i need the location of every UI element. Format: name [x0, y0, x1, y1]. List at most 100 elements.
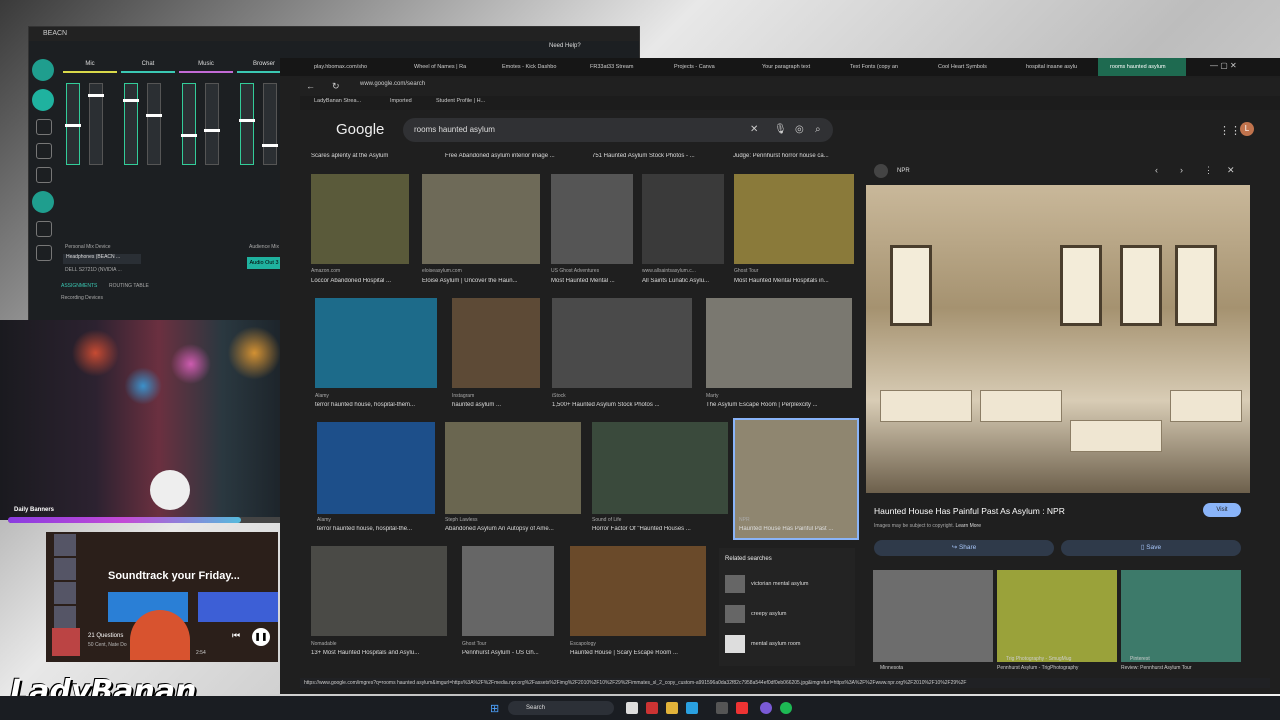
- clear-icon[interactable]: ✕: [750, 124, 758, 135]
- app-icon[interactable]: [736, 702, 748, 714]
- browser-tab[interactable]: Emotes - Kick Dashbo: [490, 58, 574, 76]
- close-icon[interactable]: ✕: [1227, 165, 1235, 176]
- search-icon[interactable]: ⌕: [815, 124, 821, 135]
- browser-tab[interactable]: Wheel of Names | Ra: [402, 58, 486, 76]
- result-caption[interactable]: terror haunted house, hospital-the...: [317, 526, 435, 532]
- next-icon[interactable]: ›: [1180, 165, 1183, 175]
- result-caption[interactable]: Pennhurst Asylum - US Gh...: [462, 650, 554, 656]
- search-query[interactable]: rooms haunted asylum: [414, 125, 495, 134]
- browser-fader-personal[interactable]: [239, 83, 255, 165]
- preview-image[interactable]: [866, 185, 1250, 493]
- spotify-card[interactable]: [198, 592, 278, 622]
- result-image[interactable]: [315, 298, 437, 388]
- music-fader-personal[interactable]: [181, 83, 197, 165]
- result-caption[interactable]: The Asylum Escape Room | Perplexcity ...: [706, 402, 852, 408]
- back-icon[interactable]: ←: [306, 81, 315, 91]
- avatar[interactable]: L: [1240, 122, 1254, 136]
- result-caption[interactable]: haunted asylum ...: [452, 402, 540, 408]
- folder-icon[interactable]: [666, 702, 678, 714]
- result-caption[interactable]: Horror Factor Of "Haunted Houses ...: [592, 526, 728, 532]
- chat-fader-audience[interactable]: [146, 83, 163, 165]
- related-image[interactable]: [1121, 570, 1241, 662]
- result-image[interactable]: [445, 422, 581, 514]
- related-image-caption[interactable]: Review: Pennhurst Asylum Tour: [1121, 665, 1192, 671]
- reload-icon[interactable]: ↻: [332, 81, 340, 92]
- result-caption[interactable]: All Saints Lunatic Asylu...: [642, 278, 724, 284]
- app-icon[interactable]: [760, 702, 772, 714]
- preview-title[interactable]: Haunted House Has Painful Past As Asylum…: [874, 506, 1065, 516]
- result-caption[interactable]: Eloise Asylum | Uncover the Haun...: [422, 278, 540, 284]
- result-caption[interactable]: 13+ Most Haunted Hospitals and Asylu...: [311, 650, 447, 656]
- browser-tab[interactable]: Your paragraph text: [750, 58, 834, 76]
- tab-assignments[interactable]: ASSIGNMENTS: [61, 283, 97, 289]
- playlist-thumb[interactable]: [54, 534, 76, 556]
- save-button[interactable]: ▯ Save: [1061, 540, 1241, 556]
- lens-icon[interactable]: ◎: [795, 124, 804, 135]
- pause-button[interactable]: ❚❚: [252, 628, 270, 646]
- related-image[interactable]: [873, 570, 993, 662]
- result-image[interactable]: [422, 174, 540, 264]
- share-button[interactable]: ↪ Share: [874, 540, 1054, 556]
- visit-button[interactable]: Visit: [1203, 503, 1241, 517]
- result-image[interactable]: [317, 422, 435, 514]
- profile-icon[interactable]: [32, 191, 54, 213]
- result-caption[interactable]: Haunted House | Scary Escape Room ...: [570, 650, 706, 656]
- learn-more-link[interactable]: Learn More: [955, 523, 981, 529]
- related-search-item[interactable]: victorian mental asylum: [725, 575, 851, 595]
- chat-fader-personal[interactable]: [123, 83, 139, 165]
- telegram-icon[interactable]: [686, 702, 698, 714]
- device-select-2[interactable]: DELL S2721D (NVIDIA ...: [65, 267, 122, 273]
- url-field[interactable]: www.google.com/search: [360, 81, 425, 87]
- result-image[interactable]: [706, 298, 852, 388]
- result-caption[interactable]: 751 Haunted Asylum Stock Photos - ...: [592, 153, 716, 159]
- edit-icon[interactable]: [36, 221, 52, 237]
- browser-tab[interactable]: hospital insane asylu: [1014, 58, 1094, 76]
- browser-tab[interactable]: FR33at33 Stream: [578, 58, 658, 76]
- result-image[interactable]: [592, 422, 728, 514]
- result-image[interactable]: [551, 174, 633, 264]
- app-icon[interactable]: [716, 702, 728, 714]
- result-caption[interactable]: terror haunted house, hospital-them...: [315, 402, 437, 408]
- related-search-item[interactable]: mental asylum room: [725, 635, 851, 655]
- headphones-select[interactable]: Headphones (BEACN ...: [63, 254, 141, 264]
- result-caption[interactable]: Loccor Abandoned Hospital ...: [311, 278, 409, 284]
- prev-icon[interactable]: ‹: [1155, 165, 1158, 175]
- apps-icon[interactable]: ⋮⋮: [1219, 124, 1241, 137]
- browser-tab[interactable]: play.hbomax.com/sho: [302, 58, 398, 76]
- previous-icon[interactable]: ⏮: [232, 630, 240, 641]
- related-search-item[interactable]: creepy asylum: [725, 605, 851, 625]
- device-icon[interactable]: [36, 143, 52, 159]
- browser-tab[interactable]: Cool Heart Symbols: [926, 58, 1010, 76]
- result-image[interactable]: [452, 298, 540, 388]
- result-caption[interactable]: Haunted House Has Painful Past ...: [739, 526, 855, 532]
- tab-routing-table[interactable]: ROUTING TABLE: [109, 283, 149, 289]
- mixer-icon[interactable]: [32, 59, 54, 81]
- result-image[interactable]: [311, 174, 409, 264]
- result-caption[interactable]: Scares aplenty at the Asylum: [311, 153, 415, 159]
- related-image-caption[interactable]: Pennhurst Asylum - TrigPhotography: [997, 665, 1078, 671]
- spotify-icon[interactable]: [780, 702, 792, 714]
- settings-icon[interactable]: [36, 245, 52, 261]
- route-icon[interactable]: [36, 119, 52, 135]
- result-caption[interactable]: Judge: Pennhurst horror house ca...: [733, 153, 853, 159]
- mic-icon[interactable]: 🎙: [774, 124, 787, 135]
- playlist-thumb[interactable]: [54, 606, 76, 628]
- playlist-thumb[interactable]: [54, 558, 76, 580]
- music-fader-audience[interactable]: [204, 83, 221, 165]
- gear-icon[interactable]: [36, 167, 52, 183]
- more-icon[interactable]: ⋮: [1204, 165, 1213, 176]
- playlist-thumb[interactable]: [54, 582, 76, 604]
- bookmark[interactable]: Student Profile | H...: [436, 98, 485, 104]
- result-image[interactable]: [570, 546, 706, 636]
- audio-out-button[interactable]: Audio Out 3: [247, 257, 281, 269]
- bookmark[interactable]: LadyBanan Strea...: [314, 98, 361, 104]
- result-caption[interactable]: Most Haunted Mental Hospitals in...: [734, 278, 854, 284]
- app-icon[interactable]: [646, 702, 658, 714]
- result-image[interactable]: [552, 298, 692, 388]
- need-help-link[interactable]: Need Help?: [549, 43, 581, 49]
- preview-source[interactable]: NPR: [897, 168, 910, 174]
- result-caption[interactable]: 1,500+ Haunted Asylum Stock Photos ...: [552, 402, 692, 408]
- taskbar-search[interactable]: Search: [508, 701, 614, 715]
- browser-tab-active[interactable]: rooms haunted asylum: [1098, 58, 1186, 76]
- task-view-icon[interactable]: [626, 702, 638, 714]
